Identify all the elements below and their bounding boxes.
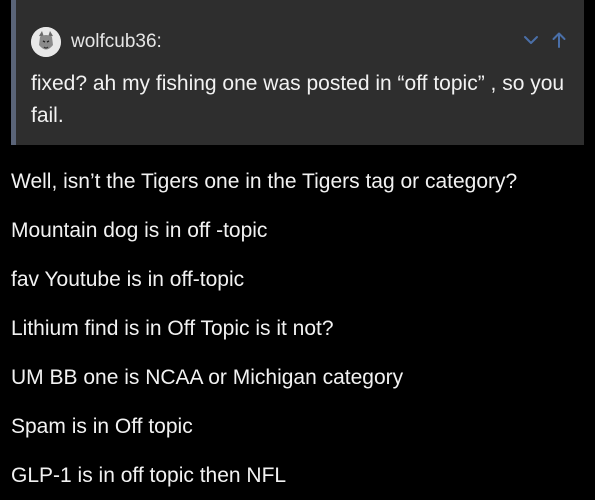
quoted-post: wolfcub36: fixed? ah my fishing one was …: [11, 0, 584, 145]
post-paragraph: Well, isn’t the Tigers one in the Tigers…: [11, 170, 518, 193]
post-paragraph: Lithium find is in Off Topic is it not?: [11, 317, 334, 340]
chevron-down-icon[interactable]: [521, 30, 541, 50]
post-paragraph: Spam is in Off topic: [11, 415, 193, 438]
quote-controls: [521, 30, 569, 50]
arrow-up-icon[interactable]: [549, 30, 569, 50]
post-paragraph: fav Youtube is in off-topic: [11, 268, 245, 291]
avatar[interactable]: [31, 27, 61, 57]
quote-username[interactable]: wolfcub36:: [71, 31, 162, 53]
quote-text: fixed? ah my fishing one was posted in “…: [31, 72, 565, 127]
post-paragraph: UM BB one is NCAA or Michigan category: [11, 366, 404, 389]
post-paragraph: GLP-1 is in off topic then NFL: [11, 464, 287, 487]
post-paragraph: Mountain dog is in off -topic: [11, 219, 268, 242]
quote-header: wolfcub36:: [31, 27, 162, 57]
